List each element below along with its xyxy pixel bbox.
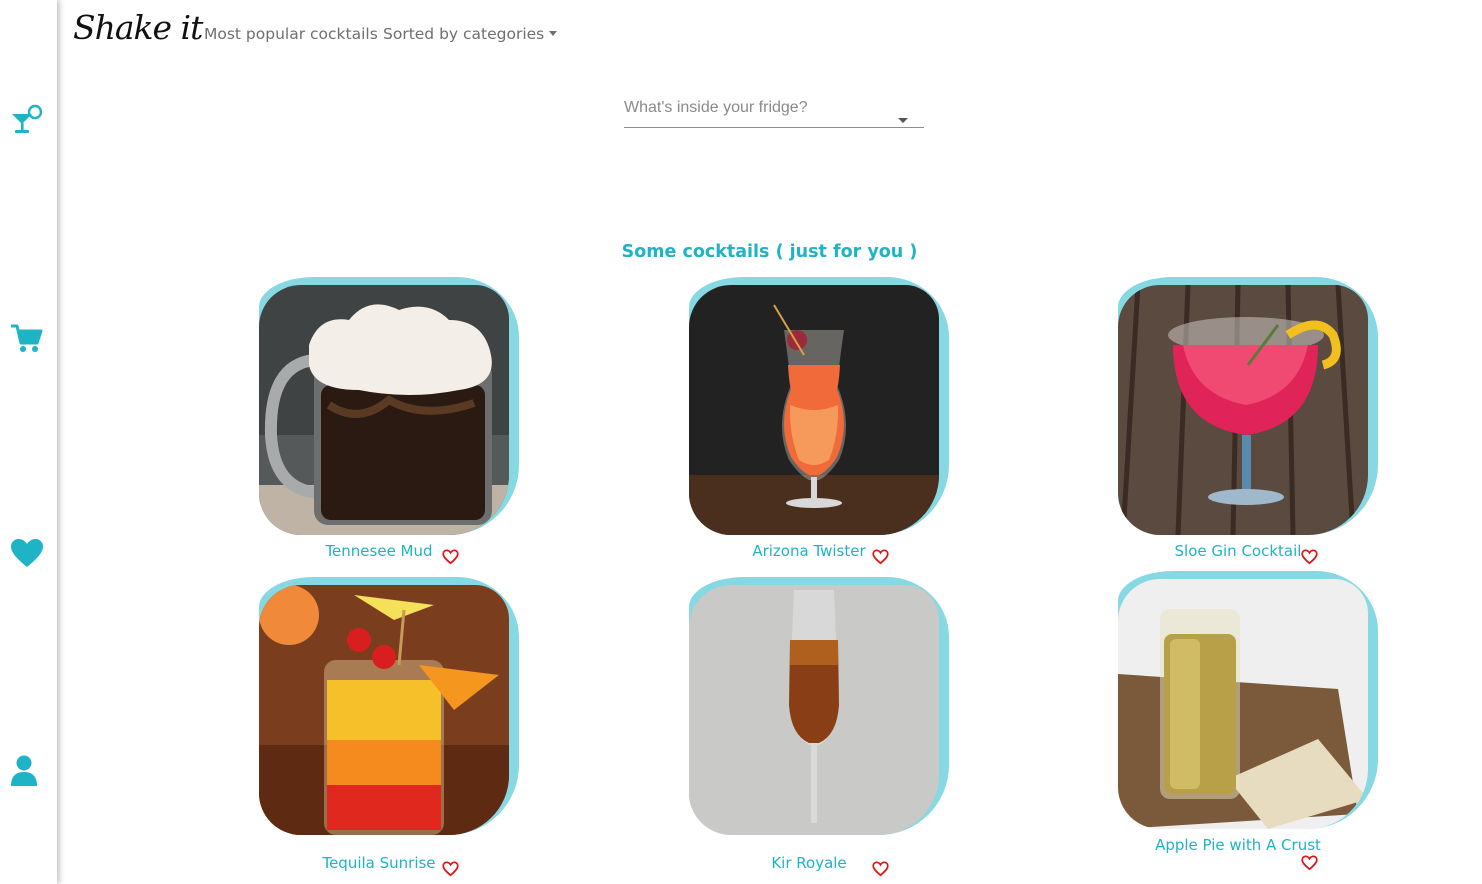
cocktail-card: Kir Royale <box>689 577 989 877</box>
nav-most-popular[interactable]: Most popular cocktails <box>204 25 378 43</box>
sidebar <box>0 0 57 884</box>
favorite-heart-icon[interactable] <box>442 549 459 565</box>
section-title: Some cocktails ( just for you ) <box>621 242 918 262</box>
red-goblet-photo[interactable] <box>1118 285 1368 535</box>
cocktail-name[interactable]: Arizona Twister <box>689 539 929 563</box>
cocktail-name[interactable]: Kir Royale <box>689 851 929 875</box>
fridge-select-placeholder: What's inside your fridge? <box>624 99 808 116</box>
nav-categories-dropdown[interactable]: Sorted by categories <box>383 25 558 43</box>
chevron-down-icon <box>549 31 558 36</box>
cocktail-card: Arizona Twister <box>689 277 989 577</box>
cocktail-name[interactable]: Tennesee Mud <box>259 539 499 563</box>
favorite-heart-icon[interactable] <box>442 861 459 877</box>
cocktail-icon[interactable] <box>10 103 44 137</box>
hurricane-glass-photo[interactable] <box>689 285 939 535</box>
favorite-heart-icon[interactable] <box>1301 855 1318 871</box>
favorite-heart-icon[interactable] <box>1301 549 1318 565</box>
sunrise-glass-photo[interactable] <box>259 585 509 835</box>
navbar: Shake it Most popular cocktails Sorted b… <box>57 0 1482 70</box>
cocktail-card: Sloe Gin Cocktail <box>1118 277 1418 577</box>
user-icon[interactable] <box>10 754 44 788</box>
brand-logo[interactable]: Shake it <box>73 8 203 47</box>
cocktail-card: Apple Pie with A Crust <box>1118 571 1418 871</box>
champagne-flute-photo[interactable] <box>689 585 939 835</box>
favorite-heart-icon[interactable] <box>872 549 889 565</box>
cocktail-name[interactable]: Apple Pie with A Crust <box>1118 833 1358 857</box>
fridge-ingredient-select[interactable]: What's inside your fridge? <box>624 98 924 128</box>
cocktail-name[interactable]: Tequila Sunrise <box>259 851 499 875</box>
cocktail-name[interactable]: Sloe Gin Cocktail <box>1118 539 1358 563</box>
cocktail-card: Tequila Sunrise <box>259 577 559 877</box>
dropdown-arrow-icon <box>898 118 908 123</box>
highball-glass-photo[interactable] <box>1118 579 1368 829</box>
nav-categories-label: Sorted by categories <box>383 25 545 43</box>
heart-icon[interactable] <box>10 537 44 571</box>
favorite-heart-icon[interactable] <box>872 861 889 877</box>
cocktail-card: Tennesee Mud <box>259 277 559 577</box>
coffee-mug-photo[interactable] <box>259 285 509 535</box>
cart-icon[interactable] <box>10 321 44 355</box>
